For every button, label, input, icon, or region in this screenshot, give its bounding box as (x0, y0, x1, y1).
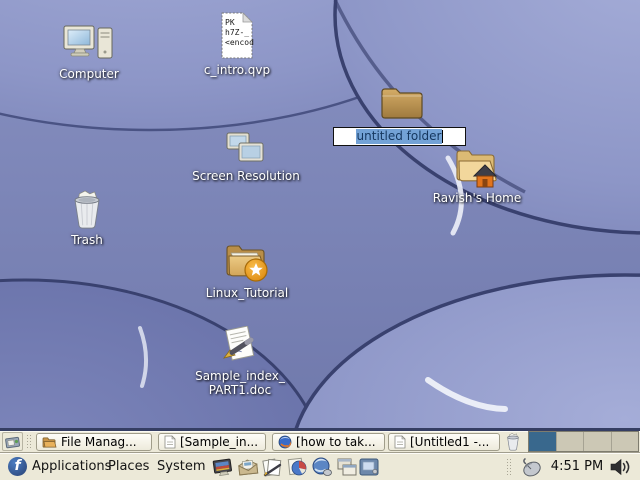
desktop: Computer PK h7Z-_ <encod c_intro.qvp unt… (0, 0, 640, 480)
writer-launcher-icon (261, 456, 283, 478)
media-device-launcher-icon (358, 456, 380, 478)
sample-doc-label-line2: PART1.doc (195, 383, 285, 397)
taskbar-button-browser[interactable]: [how to tak... (272, 433, 385, 451)
launcher-mail[interactable] (237, 456, 259, 478)
mail-launcher-icon (237, 456, 259, 478)
web-browser-icon (278, 435, 292, 449)
folder-icon (379, 83, 425, 121)
workspace-switcher[interactable] (528, 431, 639, 452)
folder-open-icon (42, 436, 57, 449)
text-caret (442, 130, 443, 143)
rename-selected-text: untitled folder (356, 129, 443, 144)
fedora-logo-icon: f (8, 457, 27, 476)
launcher-chart[interactable] (286, 456, 308, 478)
trash-applet[interactable] (503, 432, 523, 452)
desktop-icon-trash[interactable]: Trash (37, 190, 137, 247)
desktop-icon-computer[interactable]: Computer (39, 24, 139, 81)
menu-places-label: Places (108, 459, 149, 474)
desktop-icon-untitled-folder[interactable] (379, 83, 425, 121)
taskbar-button-label: File Manag... (61, 435, 137, 449)
taskbar-button-label: [how to tak... (296, 435, 376, 449)
volume-control[interactable] (608, 456, 634, 478)
taskbar-button-file-manager[interactable]: File Manag... (36, 433, 152, 451)
web-browser-launcher-icon (311, 456, 333, 478)
taskbar-button-label: [Sample_in... (180, 435, 258, 449)
show-desktop-icon (5, 435, 21, 449)
show-desktop-button[interactable] (2, 432, 23, 451)
launcher-writer[interactable] (261, 456, 283, 478)
desktop-icon-sample-doc[interactable]: Sample_index_ PART1.doc (180, 326, 300, 397)
desktop-icon-linux-tutorial[interactable]: Linux_Tutorial (187, 241, 307, 300)
ravish-home-label: Ravish's Home (433, 191, 522, 205)
launcher-windows[interactable] (336, 456, 358, 478)
taskbar-button-untitled1[interactable]: [Untitled1 -... (388, 433, 500, 451)
rename-input[interactable]: untitled folder (333, 127, 466, 146)
c-intro-label: c_intro.qvp (204, 63, 270, 77)
workspace-cell-1[interactable] (529, 432, 556, 451)
desktop-icon-screen-resolution[interactable]: Screen Resolution (186, 130, 306, 183)
screen-resolution-label: Screen Resolution (192, 169, 300, 183)
display-launcher-icon (212, 456, 234, 478)
menu-places[interactable]: Places (103, 453, 154, 480)
menu-applications-label: Applications (32, 459, 111, 474)
tray-drag-handle[interactable] (506, 458, 511, 476)
linux-tutorial-label: Linux_Tutorial (206, 286, 288, 300)
panel-drag-handle[interactable] (26, 434, 31, 449)
launcher-web-browser[interactable] (311, 456, 333, 478)
launcher-display[interactable] (212, 456, 234, 478)
menu-system-label: System (157, 459, 205, 474)
trash-applet-icon (505, 433, 521, 451)
workspace-cell-2[interactable] (556, 432, 584, 451)
trash-label: Trash (71, 233, 103, 247)
document-pen-icon (218, 326, 262, 366)
volume-icon (609, 457, 633, 477)
document-icon (394, 435, 406, 449)
window-list-panel: File Manag... [Sample_in... [how to tak.… (0, 428, 640, 452)
launcher-media-device[interactable] (358, 456, 380, 478)
screens-icon (225, 130, 267, 166)
document-icon (164, 435, 176, 449)
workspace-cell-4[interactable] (611, 432, 639, 451)
folder-star-icon (223, 241, 271, 283)
mouse-status[interactable] (518, 456, 544, 478)
taskbar-button-label: [Untitled1 -... (410, 435, 489, 449)
windows-launcher-icon (336, 456, 358, 478)
trash-icon (70, 190, 104, 230)
sample-doc-label: Sample_index_ PART1.doc (195, 369, 285, 397)
home-folder-icon (453, 146, 501, 188)
archive-document-icon: PK h7Z-_ <encod (219, 12, 255, 60)
menu-applications[interactable]: f Applications (3, 453, 116, 480)
taskbar-button-sample-doc[interactable]: [Sample_in... (158, 433, 266, 451)
main-panel: f Applications Places System (0, 452, 640, 480)
desktop-icon-c-intro[interactable]: PK h7Z-_ <encod c_intro.qvp (187, 12, 287, 77)
workspace-cell-3[interactable] (583, 432, 611, 451)
chart-launcher-icon (286, 456, 308, 478)
desktop-icon-ravish-home[interactable]: Ravish's Home (417, 146, 537, 205)
computer-label: Computer (59, 67, 119, 81)
mouse-icon (519, 457, 543, 477)
sample-doc-label-line1: Sample_index_ (195, 369, 285, 383)
svg-text:<encod: <encod (225, 38, 254, 47)
svg-text:h7Z-_: h7Z-_ (225, 28, 249, 37)
svg-text:PK: PK (225, 18, 235, 27)
clock[interactable]: 4:51 PM (548, 453, 606, 480)
menu-system[interactable]: System (152, 453, 210, 480)
computer-icon (63, 24, 115, 64)
